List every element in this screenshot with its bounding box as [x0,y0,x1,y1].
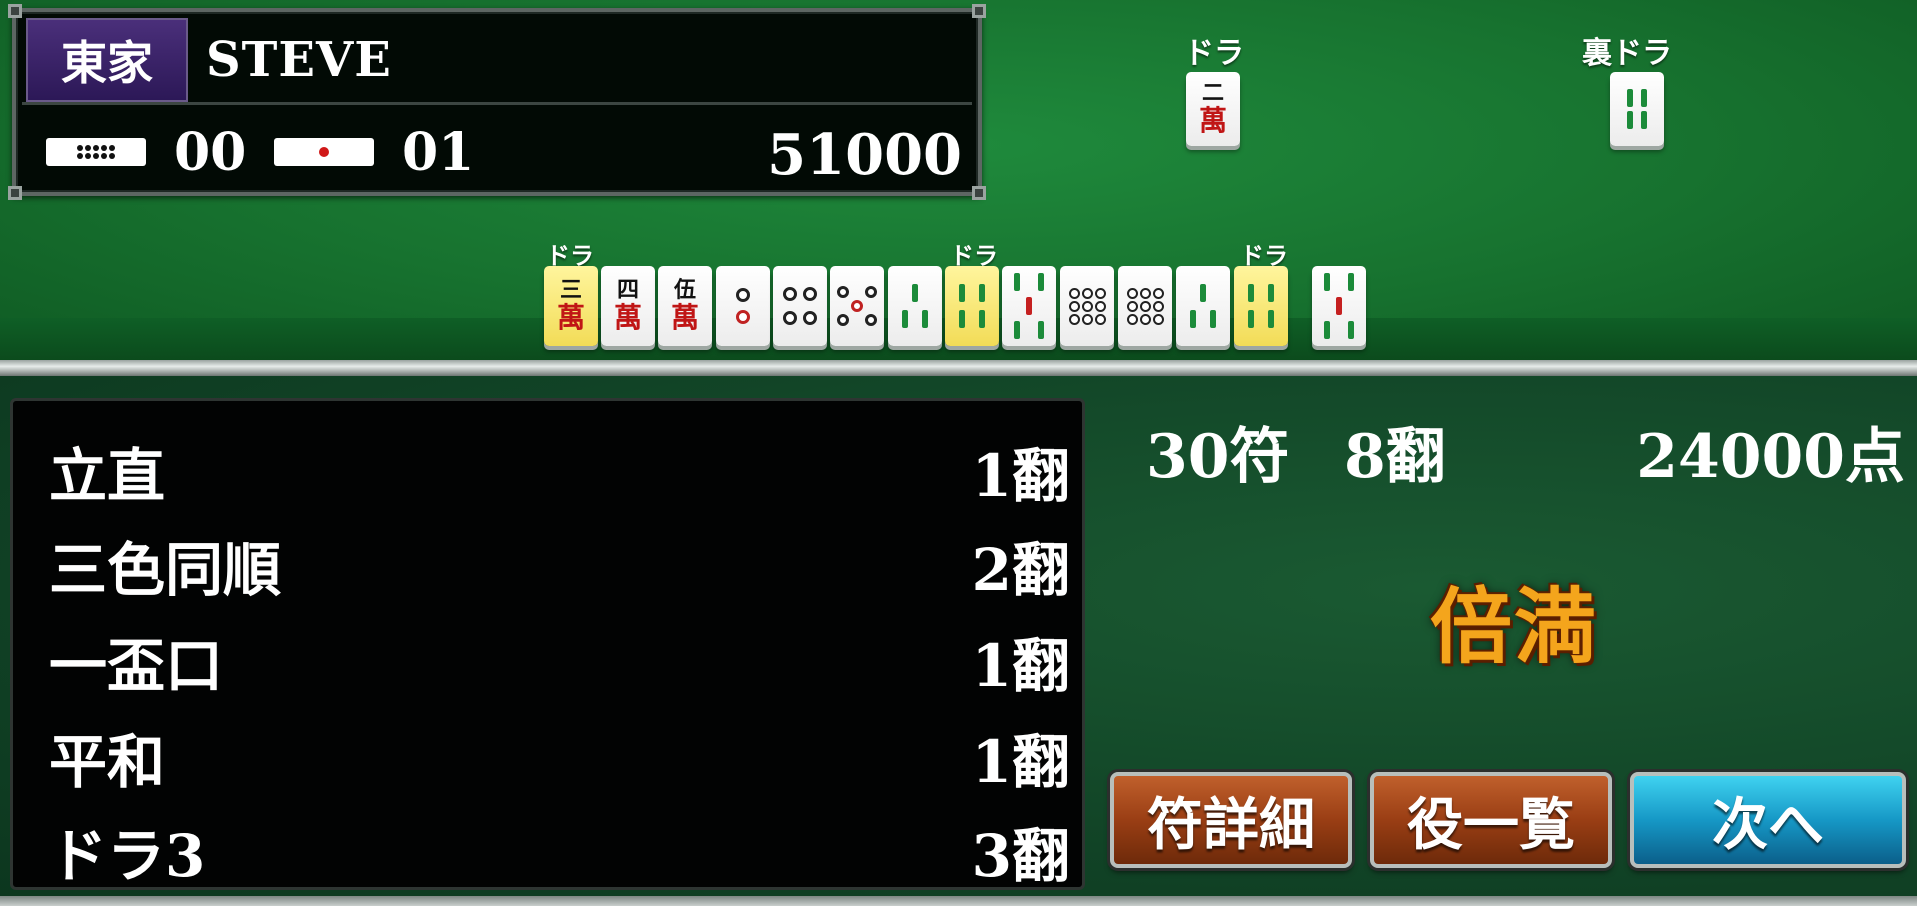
player-score: 51000 [767,122,962,188]
points-value: 24000点 [1636,422,1905,492]
fu-detail-button[interactable]: 符詳細 [1110,772,1352,868]
hand-tile-4-sou-dora[interactable] [945,266,999,346]
next-button[interactable]: 次へ [1630,772,1906,868]
riichi-stick-count: 01 [402,122,475,183]
ura-dora-label: 裏ドラ [1582,36,1672,71]
yaku-han: 3翻 [971,822,1070,890]
hand-tile-4-man[interactable]: 四 萬 [601,266,655,346]
yaku-han: 1翻 [971,632,1070,700]
pin-circle [736,310,750,324]
pin-circle [736,288,750,302]
tile-number: 三 [559,277,582,303]
tile-number: 二 [1201,80,1224,106]
tile-suit: 萬 [556,301,585,334]
yaku-row: ドラ3 3翻 [13,801,1082,890]
yaku-list-panel: 立直 1翻 三色同順 2翻 一盃口 1翻 平和 1翻 ドラ3 3翻 [10,398,1085,890]
han-total: 8翻 [1344,422,1446,492]
panel-corner [8,4,22,18]
yaku-row: 立直 1翻 [13,421,1082,510]
yaku-han: 1翻 [971,442,1070,510]
panel-corner [972,186,986,200]
hand-tile-3-sou[interactable] [888,266,942,346]
table-rail [0,360,1917,376]
bottom-rail [0,896,1917,906]
panel-divider [22,102,192,105]
player-panel: 東家 STEVE 00 01 51000 [8,4,986,200]
yaku-han: 1翻 [971,728,1070,796]
yaku-name: 一盃口 [49,632,224,700]
winning-tile-5-sou[interactable] [1312,266,1366,346]
hand-tile-4-sou-dora[interactable] [1234,266,1288,346]
yaku-row: 一盃口 1翻 [13,611,1082,700]
panel-corner [8,186,22,200]
hand-tile-5-pin[interactable] [830,266,884,346]
yaku-name: ドラ3 [49,822,206,890]
hand-tile-5-sou[interactable] [1002,266,1056,346]
riichi-stick-icon [274,138,374,166]
panel-divider [188,102,972,105]
honba-count: 00 [174,122,247,183]
yaku-name: 平和 [49,728,166,796]
hand-tile-5-man[interactable]: 伍 萬 [658,266,712,346]
panel-corner [972,4,986,18]
dora-indicator-tile: 二 萬 [1186,72,1240,146]
hand-tile-4-pin[interactable] [773,266,827,346]
yaku-name: 三色同順 [49,536,282,604]
limit-hand-name: 倍満 [1430,579,1599,675]
tile-suit: 萬 [670,301,699,334]
yaku-name: 立直 [49,442,166,510]
tile-suit: 萬 [1198,104,1227,137]
hand-tile-3-sou[interactable] [1176,266,1230,346]
tile-suit: 萬 [613,301,642,334]
player-name: STEVE [206,32,392,88]
hand-tile-8-pin[interactable] [1060,266,1114,346]
fu-value: 30符 [1146,422,1290,492]
yaku-row: 平和 1翻 [13,707,1082,796]
seat-badge: 東家 [26,18,188,102]
tile-number: 四 [616,277,639,303]
hand-tile-8-pin[interactable] [1118,266,1172,346]
tile-number: 伍 [673,277,696,303]
yaku-row: 三色同順 2翻 [13,515,1082,604]
yaku-han: 2翻 [971,536,1070,604]
ura-dora-indicator-tile [1610,72,1664,146]
dora-label: ドラ [1184,36,1244,71]
hand-tile-2-pin[interactable] [716,266,770,346]
yaku-list-button[interactable]: 役一覧 [1370,772,1612,868]
honba-stick-icon [46,138,146,166]
hand-tile-3-man[interactable]: 三 萬 [544,266,598,346]
